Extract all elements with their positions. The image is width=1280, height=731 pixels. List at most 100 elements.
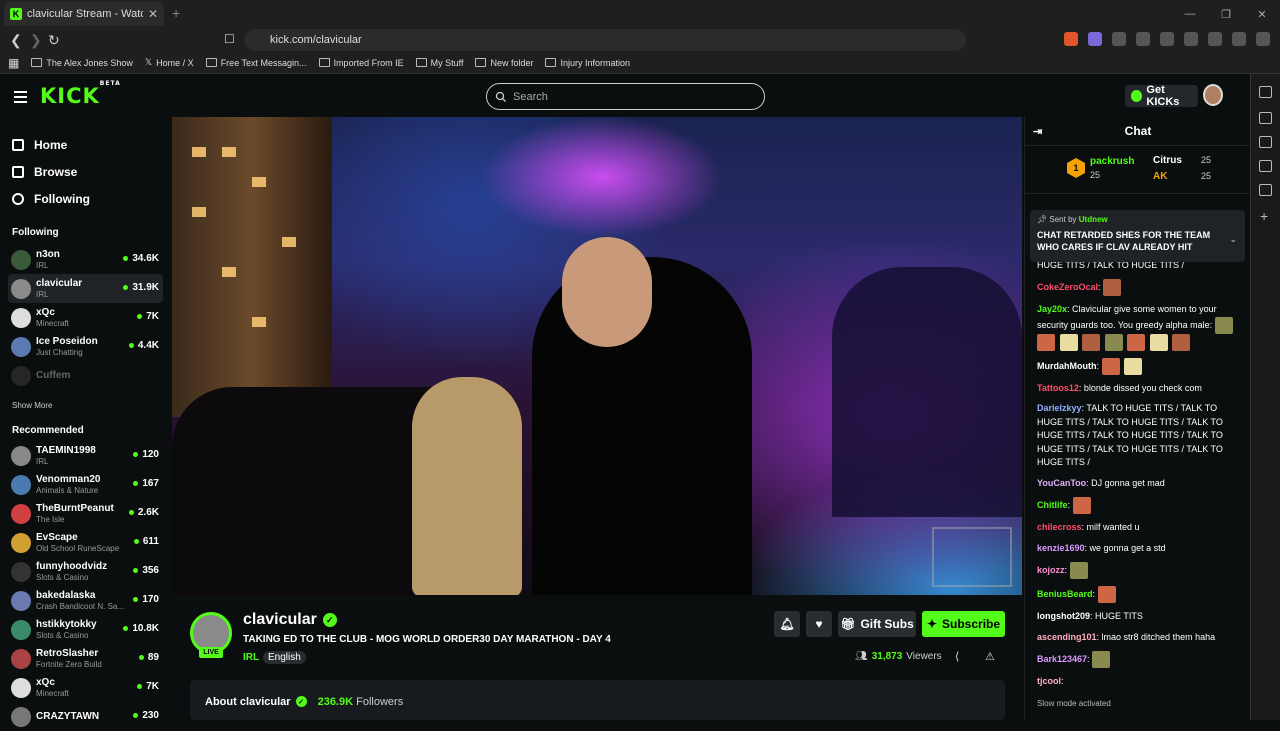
chat-username[interactable]: YouCanToo (1037, 478, 1086, 488)
stream-category[interactable]: IRL (243, 652, 259, 663)
browser-tab[interactable]: K clavicular Stream - Watch Liv ✕ (4, 2, 164, 26)
wallet-icon[interactable] (1259, 112, 1272, 124)
nav-browse[interactable]: Browse (12, 158, 90, 185)
show-more-link[interactable]: Show More (12, 401, 52, 410)
media-icon[interactable] (1259, 136, 1272, 148)
sidebar-channel[interactable]: Ice Poseidon Just Chatting 4.4K (8, 332, 163, 361)
chat-username[interactable]: Bark123467 (1037, 654, 1087, 664)
bookmark-icon[interactable]: ☐ (224, 32, 235, 46)
kick-logo[interactable]: KICKBETA (40, 80, 121, 108)
sidebar-channel[interactable]: TAEMIN1998 IRL 120 (8, 441, 163, 470)
notify-bell-button[interactable]: 🔔︎ (774, 611, 800, 637)
sidebar-channel[interactable]: n3on IRL 34.6K (8, 245, 163, 274)
chat-username[interactable]: tjcool (1037, 676, 1061, 686)
apps-grid-icon[interactable]: ▦ (8, 56, 19, 70)
gifter-name[interactable]: AK (1153, 171, 1167, 182)
chevron-down-icon[interactable]: ⌄ (1229, 234, 1237, 245)
nav-following[interactable]: Following (12, 185, 90, 212)
sidebar-channel[interactable]: TheBurntPeanut The Isle 2.6K (8, 499, 163, 528)
ai-chat-icon[interactable] (1259, 86, 1272, 98)
chat-username[interactable]: ascending101 (1037, 632, 1097, 642)
extension-icon[interactable] (1088, 32, 1102, 46)
bookmark-folder[interactable]: Imported From IE (318, 58, 404, 68)
nav-home[interactable]: Home (12, 131, 90, 158)
subscribe-button[interactable]: ✦ Subscribe (922, 611, 1005, 637)
channel-avatar (11, 648, 31, 669)
get-kicks-button[interactable]: Get KICKs (1125, 84, 1198, 108)
menu-hamburger-icon[interactable] (14, 91, 27, 106)
chat-username[interactable]: kenzie1690 (1037, 543, 1085, 553)
sidebar-channel[interactable]: CRAZYTAWN 230 (8, 702, 163, 731)
maximize-icon[interactable]: ❐ (1208, 0, 1244, 28)
bookmarks-icon[interactable] (1259, 160, 1272, 172)
chat-username[interactable]: Chitlife (1037, 500, 1068, 510)
report-icon[interactable]: ⚠ (985, 650, 995, 663)
gifter-name[interactable]: Citrus (1153, 155, 1182, 166)
bookmark-folder[interactable]: My Stuff (415, 58, 463, 68)
gift-subs-button[interactable]: 🎁︎ Gift Subs (838, 611, 916, 637)
extensions-puzzle-icon[interactable] (1112, 32, 1126, 46)
chat-username[interactable]: Jay20x (1037, 304, 1067, 314)
chat-username[interactable]: MurdahMouth (1037, 360, 1096, 370)
bookmark-item[interactable]: 𝕏 Home / X (145, 57, 194, 68)
share-icon[interactable]: ⟨ (955, 650, 959, 663)
pinned-by: 📌︎ Sent by Utdnew (1037, 215, 1108, 224)
vpn-icon[interactable] (1256, 32, 1270, 46)
new-tab-button[interactable]: + (172, 5, 180, 21)
stream-title: TAKING ED TO THE CLUB - MOG WORLD ORDER3… (243, 634, 611, 645)
video-player[interactable] (172, 117, 1022, 595)
bookmark-folder[interactable]: New folder (475, 58, 533, 68)
streamer-name[interactable]: clavicular ✓ (243, 611, 337, 629)
follower-count: 236.9K Followers (317, 696, 404, 708)
wallet-icon[interactable] (1208, 32, 1222, 46)
sidebar-channel[interactable]: funnyhoodvidz Slots & Casino 356 (8, 557, 163, 586)
chat-username[interactable]: CokeZeroOcal (1037, 282, 1098, 292)
chat-username[interactable]: kojozz (1037, 565, 1065, 575)
bookmark-item[interactable]: The Alex Jones Show (31, 58, 133, 68)
emote-icon (1072, 497, 1091, 514)
language-tag[interactable]: English (263, 651, 306, 664)
sidebar-channel[interactable]: clavicular IRL 31.9K (8, 274, 163, 303)
extension-icon[interactable] (1064, 32, 1078, 46)
media-icon[interactable] (1160, 32, 1174, 46)
emote-icon (1069, 562, 1088, 579)
follow-heart-button[interactable]: ♥ (806, 611, 832, 637)
channel-avatar (11, 365, 31, 386)
live-dot-icon (133, 597, 139, 602)
reading-list-icon[interactable] (1259, 184, 1272, 196)
sidebar-channel[interactable]: xQc Minecraft 7K (8, 303, 163, 332)
back-icon[interactable]: ❮ (10, 32, 22, 49)
chat-text: : (1061, 676, 1064, 686)
chat-username[interactable]: Tattoos12 (1037, 383, 1079, 393)
sidebar-channel[interactable]: bakedalaska Crash Bandicoot N. Sa... 170 (8, 586, 163, 615)
sidebar-toggle-icon[interactable] (1184, 32, 1198, 46)
reload-icon[interactable]: ↻ (48, 32, 60, 49)
close-tab-icon[interactable]: ✕ (148, 7, 158, 21)
sidebar-channel[interactable]: xQc Minecraft 7K (8, 673, 163, 702)
pinned-message[interactable]: 📌︎ Sent by Utdnew CHAT RETARDED SHES FOR… (1030, 210, 1245, 262)
gifter-name[interactable]: packrush (1090, 156, 1134, 167)
close-window-icon[interactable]: ✕ (1244, 0, 1280, 28)
collapse-chat-icon[interactable]: ⇥ (1033, 125, 1042, 138)
chat-message: chilecross: milf wanted u (1037, 521, 1237, 535)
sidebar-channel[interactable]: hstikkytokky Slots & Casino 10.8K (8, 615, 163, 644)
bookmark-item[interactable]: Free Text Messagin... (205, 58, 307, 68)
sidebar-channel[interactable]: Cuffem (8, 361, 163, 390)
sidebar-channel[interactable]: Venomman20 Animals & Nature 167 (8, 470, 163, 499)
forward-icon[interactable]: ❯ (30, 32, 42, 49)
search-input[interactable]: Search (486, 83, 765, 110)
chat-username[interactable]: longshot209 (1037, 611, 1090, 621)
sidebar-channel[interactable]: RetroSlasher Fortnite Zero Build 89 (8, 644, 163, 673)
minimize-icon[interactable]: — (1172, 0, 1208, 28)
screenshot-icon[interactable] (1136, 32, 1150, 46)
user-avatar[interactable] (1203, 84, 1223, 106)
add-panel-icon[interactable]: + (1260, 208, 1273, 224)
url-field[interactable]: kick.com/clavicular (244, 29, 966, 51)
chat-username[interactable]: chilecross (1037, 522, 1082, 532)
sidebar-channel[interactable]: EvScape Old School RuneScape 611 (8, 528, 163, 557)
bookmark-folder[interactable]: Injury Information (545, 58, 630, 68)
chat-username[interactable]: BeniusBeard (1037, 589, 1093, 599)
chat-message: BeniusBeard: (1037, 586, 1237, 603)
ai-icon[interactable] (1232, 32, 1246, 46)
chat-username[interactable]: Darielzkyy (1037, 403, 1082, 413)
